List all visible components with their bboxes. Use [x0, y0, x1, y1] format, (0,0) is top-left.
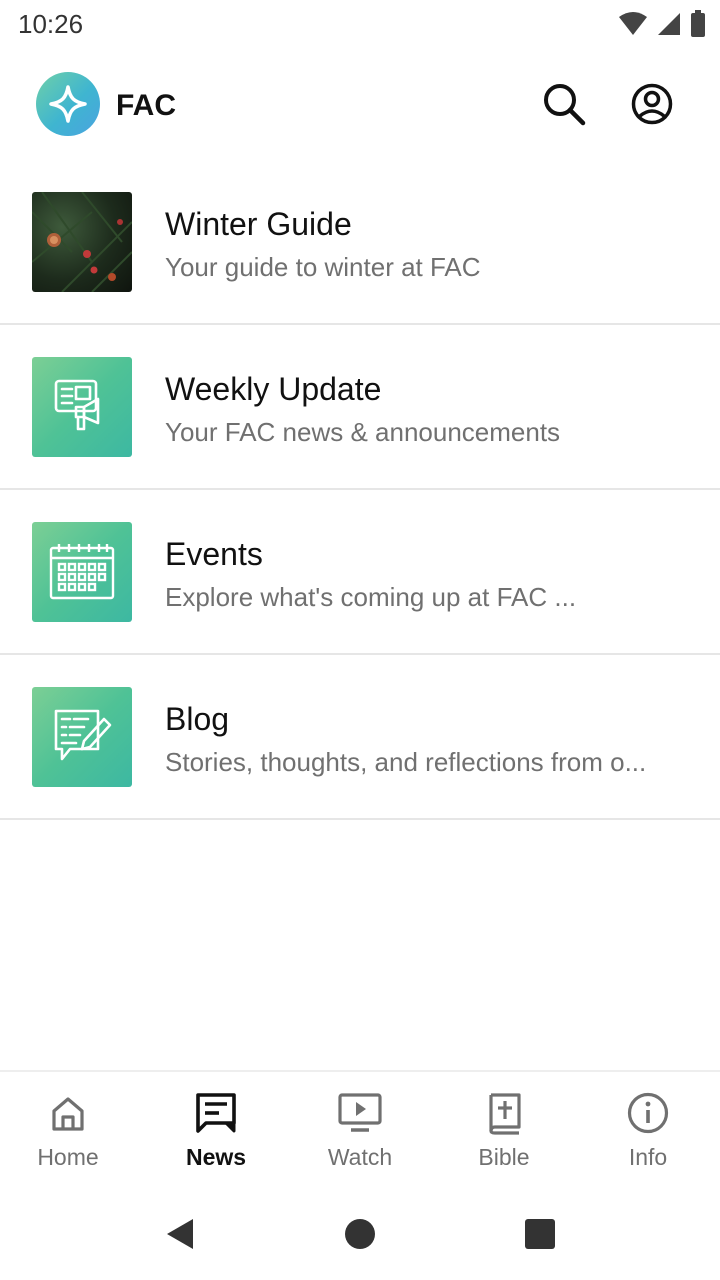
battery-icon: [691, 10, 705, 37]
tab-bible[interactable]: Bible: [432, 1090, 576, 1180]
feed-list: Winter Guide Your guide to winter at FAC…: [0, 160, 720, 820]
list-item-winter-guide[interactable]: Winter Guide Your guide to winter at FAC: [0, 160, 720, 325]
home-icon: [52, 1097, 84, 1131]
back-icon: [167, 1219, 193, 1249]
list-item-title: Winter Guide: [165, 206, 352, 242]
app-title: FAC: [116, 89, 176, 122]
list-item-title: Weekly Update: [165, 371, 382, 407]
profile-button[interactable]: [628, 80, 676, 128]
search-icon: [544, 84, 586, 126]
tab-info[interactable]: Info: [576, 1090, 720, 1180]
back-button[interactable]: [160, 1214, 200, 1254]
tab-home[interactable]: Home: [0, 1090, 140, 1180]
circle-home-icon: [345, 1219, 375, 1249]
calendar-icon: [49, 544, 115, 600]
status-bar: 10:26: [0, 0, 720, 48]
list-item-title: Events: [165, 536, 263, 572]
info-icon: [627, 1092, 669, 1134]
app-header: FAC: [0, 56, 720, 152]
list-item-subtitle: Your FAC news & announcements: [165, 417, 561, 447]
list-item-title: Blog: [165, 701, 230, 737]
winter-guide-thumbnail: [32, 192, 132, 292]
tv-play-icon: [338, 1093, 382, 1132]
tab-label: Info: [628, 1144, 668, 1170]
signal-icon: [658, 13, 680, 35]
bible-icon: [489, 1093, 521, 1135]
system-nav: [0, 1190, 720, 1280]
tab-label: Home: [37, 1144, 99, 1170]
events-thumbnail: [32, 522, 132, 622]
list-item-subtitle: Explore what's coming up at FAC ...: [165, 582, 577, 612]
winter-photo-image: [32, 192, 132, 292]
tab-label: News: [185, 1144, 247, 1170]
note-pencil-icon: [54, 709, 112, 761]
tab-news[interactable]: News: [144, 1090, 288, 1180]
recents-button[interactable]: [520, 1214, 560, 1254]
bottom-nav: Home News Watch Bible Info: [0, 1070, 720, 1192]
app-logo[interactable]: [36, 72, 100, 136]
list-item-subtitle: Your guide to winter at FAC: [165, 252, 481, 282]
square-recents-icon: [525, 1219, 555, 1249]
blog-thumbnail: [32, 687, 132, 787]
status-time: 10:26: [18, 9, 84, 39]
list-item-events[interactable]: Events Explore what's coming up at FAC .…: [0, 490, 720, 655]
profile-icon: [631, 83, 673, 125]
list-item-subtitle: Stories, thoughts, and reflections from …: [165, 747, 647, 777]
list-item-weekly-update[interactable]: Weekly Update Your FAC news & announceme…: [0, 325, 720, 490]
status-icons: [618, 10, 706, 38]
tab-label: Bible: [478, 1144, 530, 1170]
news-icon: [196, 1093, 236, 1133]
wifi-icon: [619, 12, 647, 35]
sparkle-icon: [49, 85, 87, 123]
list-item-blog[interactable]: Blog Stories, thoughts, and reflections …: [0, 655, 720, 820]
home-system-button[interactable]: [340, 1214, 380, 1254]
search-button[interactable]: [540, 80, 588, 128]
megaphone-icon: [54, 379, 100, 431]
tab-label: Watch: [327, 1144, 393, 1170]
tab-watch[interactable]: Watch: [288, 1090, 432, 1180]
weekly-update-thumbnail: [32, 357, 132, 457]
